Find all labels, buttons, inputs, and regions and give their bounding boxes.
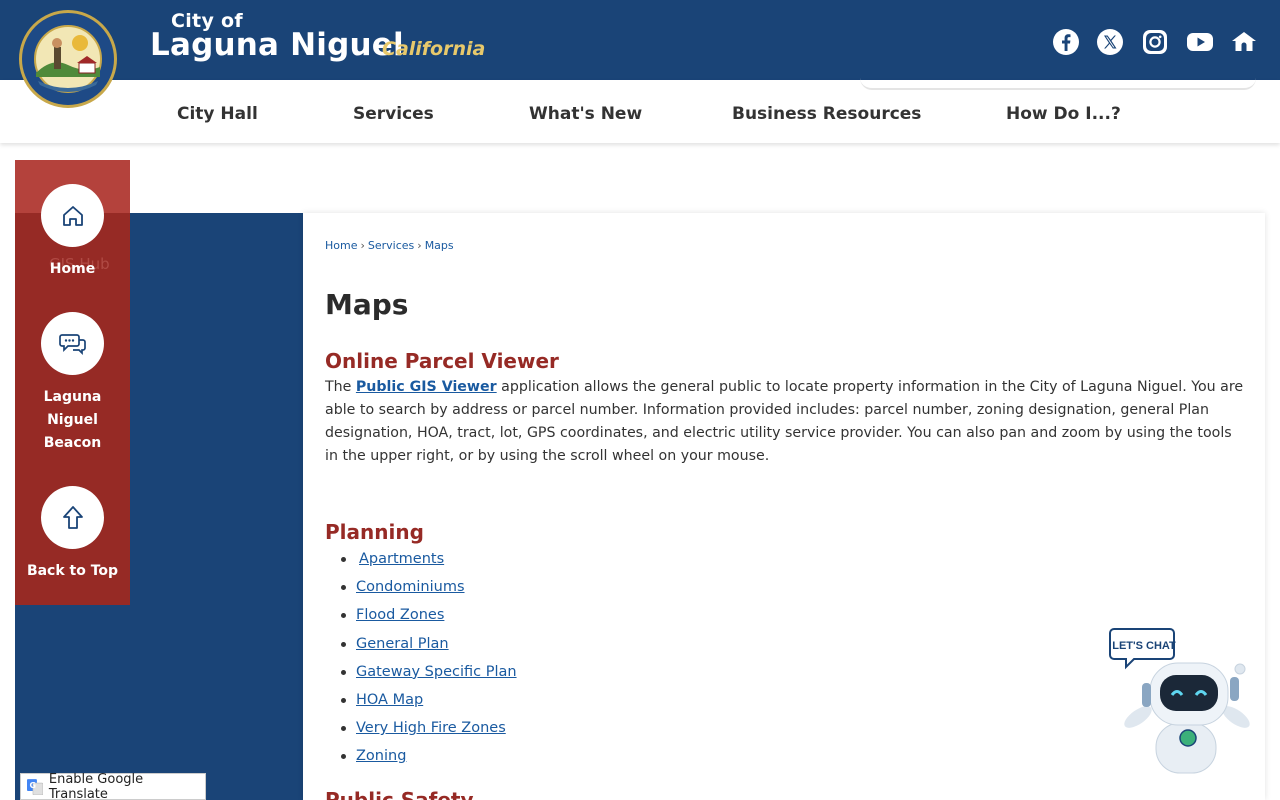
breadcrumb: Home › Services › Maps <box>325 239 454 252</box>
beacon-label[interactable]: Laguna Niguel Beacon <box>15 386 130 455</box>
arrow-up-icon <box>62 505 83 529</box>
parcel-text-before: The <box>325 379 356 395</box>
very-high-fire-zones-link[interactable]: Very High Fire Zones <box>356 717 506 739</box>
breadcrumb-separator: › <box>417 239 422 252</box>
facebook-icon[interactable] <box>1052 28 1080 56</box>
nextdoor-icon[interactable] <box>1230 28 1258 56</box>
nav-city-hall[interactable]: City Hall <box>177 104 258 124</box>
google-translate-icon: G <box>27 778 43 795</box>
gateway-specific-plan-link[interactable]: Gateway Specific Plan <box>356 661 517 683</box>
breadcrumb-services[interactable]: Services <box>368 239 414 252</box>
brand-state[interactable]: California <box>382 38 485 60</box>
planning-heading: Planning <box>325 520 424 544</box>
beacon-button[interactable] <box>41 312 104 375</box>
page-title: Maps <box>325 288 409 321</box>
condominiums-link[interactable]: Condominiums <box>356 576 465 598</box>
chat-bubbles-icon <box>58 333 86 355</box>
brand-name[interactable]: Laguna Niguel <box>150 27 404 63</box>
hoa-map-link[interactable]: HOA Map <box>356 689 423 711</box>
x-twitter-icon[interactable] <box>1096 28 1124 56</box>
nav-business-resources[interactable]: Business Resources <box>732 104 921 124</box>
beacon-label-line-1: Laguna <box>43 389 102 405</box>
chat-bubble-label: LET'S CHAT <box>1112 640 1176 652</box>
beacon-label-line-2: Niguel <box>47 412 98 428</box>
public-safety-heading: Public Safety <box>325 788 474 800</box>
svg-text:G: G <box>29 780 36 789</box>
flood-zones-link[interactable]: Flood Zones <box>356 604 444 626</box>
public-gis-viewer-link[interactable]: Public GIS Viewer <box>356 379 497 395</box>
city-seal-logo[interactable] <box>19 10 117 108</box>
apartments-link[interactable]: Apartments <box>359 548 444 570</box>
beacon-label-line-3: Beacon <box>43 435 102 451</box>
back-to-top-button[interactable] <box>41 486 104 549</box>
page: City of Laguna Niguel California City Ha… <box>0 0 1280 800</box>
chatbot-robot-icon: LET'S CHAT <box>1109 628 1250 774</box>
home-label[interactable]: Home <box>15 258 130 281</box>
site-header: City of Laguna Niguel California <box>0 0 1280 80</box>
chat-assistant-button[interactable]: LET'S CHAT <box>1108 625 1264 785</box>
breadcrumb-separator: › <box>360 239 365 252</box>
back-to-top-label[interactable]: Back to Top <box>15 560 130 583</box>
nav-whats-new[interactable]: What's New <box>529 104 642 124</box>
search-bar-edge[interactable] <box>860 78 1256 90</box>
general-plan-link[interactable]: General Plan <box>356 633 449 655</box>
nav-how-do-i[interactable]: How Do I...? <box>1006 104 1121 124</box>
google-translate-button[interactable]: G Enable Google Translate <box>20 771 206 800</box>
google-translate-label: Enable Google Translate <box>48 771 144 800</box>
breadcrumb-home[interactable]: Home <box>325 239 357 252</box>
youtube-icon[interactable] <box>1186 28 1214 56</box>
breadcrumb-maps[interactable]: Maps <box>425 239 454 252</box>
home-icon <box>62 205 83 226</box>
nav-services[interactable]: Services <box>353 104 434 124</box>
online-parcel-viewer-heading: Online Parcel Viewer <box>325 349 559 373</box>
home-button[interactable] <box>41 184 104 247</box>
instagram-icon[interactable] <box>1141 28 1169 56</box>
zoning-link[interactable]: Zoning <box>356 745 406 767</box>
parcel-viewer-description: The Public GIS Viewer application allows… <box>325 376 1245 468</box>
